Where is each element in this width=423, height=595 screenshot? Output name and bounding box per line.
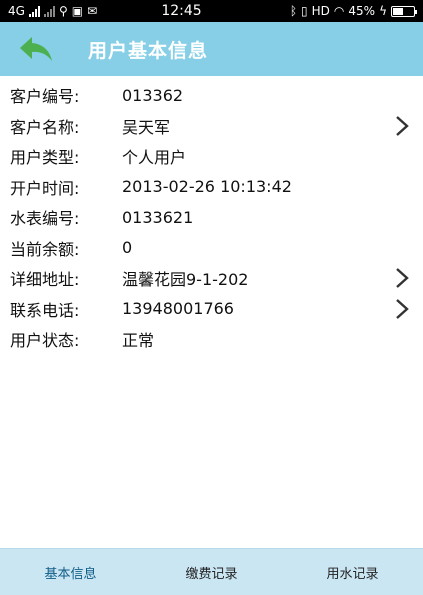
wifi-icon: ◠	[333, 4, 345, 18]
cell-signal-icon	[28, 5, 40, 17]
row-meter-id: 水表编号: 0133621	[0, 202, 423, 233]
chevron-right-icon[interactable]	[393, 267, 411, 289]
charging-icon: ϟ	[379, 4, 387, 18]
user-status-label: 用户状态:	[10, 331, 80, 351]
battery-percent: 45%	[348, 4, 376, 18]
back-button[interactable]	[0, 22, 72, 76]
page-title: 用户基本信息	[88, 39, 209, 62]
phone-value: 13948001766	[122, 299, 234, 319]
address-value: 温馨花园9-1-202	[122, 270, 249, 290]
network-type: 4G	[8, 4, 25, 18]
chevron-right-icon[interactable]	[393, 115, 411, 137]
row-customer-name[interactable]: 客户名称: 吴天军	[0, 111, 423, 142]
hd-badge: HD	[311, 4, 330, 18]
row-user-status: 用户状态: 正常	[0, 324, 423, 355]
row-phone[interactable]: 联系电话: 13948001766	[0, 294, 423, 325]
usb-icon: ⚲	[58, 4, 68, 18]
customer-name-value: 吴天军	[122, 117, 171, 137]
tab-basic-info[interactable]: 基本信息	[0, 549, 141, 595]
vibrate-icon: ▯	[301, 4, 308, 18]
user-type-value: 个人用户	[122, 148, 187, 168]
row-balance: 当前余额: 0	[0, 233, 423, 264]
meter-id-label: 水表编号:	[10, 209, 80, 229]
open-time-value: 2013-02-26 10:13:42	[122, 177, 292, 197]
app-notification-icon: ▣	[71, 4, 84, 18]
battery-icon	[391, 5, 417, 17]
status-right: ᛒ ▯ HD ◠ 45% ϟ	[245, 4, 417, 18]
address-label: 详细地址:	[10, 270, 80, 290]
user-type-label: 用户类型:	[10, 148, 80, 168]
row-address[interactable]: 详细地址: 温馨花园9-1-202	[0, 263, 423, 294]
status-bar: 4G ⚲ ▣ ✉ 12:45 ᛒ ▯ HD ◠ 45% ϟ	[0, 0, 423, 22]
customer-name-label: 客户名称:	[10, 117, 80, 137]
app-header: 用户基本信息	[0, 22, 423, 76]
chevron-right-icon[interactable]	[393, 298, 411, 320]
customer-id-label: 客户编号:	[10, 87, 80, 107]
customer-info-list: 客户编号: 013362 客户名称: 吴天军 用户类型: 个人用户 开户时间: …	[0, 80, 423, 355]
phone-label: 联系电话:	[10, 300, 80, 320]
user-status-value: 正常	[122, 331, 155, 351]
meter-id-value: 0133621	[122, 207, 194, 227]
tab-payment-records[interactable]: 缴费记录	[141, 549, 282, 595]
customer-id-value: 013362	[122, 85, 184, 105]
back-arrow-icon	[20, 37, 52, 61]
balance-label: 当前余额:	[10, 239, 80, 259]
row-user-type: 用户类型: 个人用户	[0, 141, 423, 172]
status-time: 12:45	[161, 3, 202, 19]
bluetooth-icon: ᛒ	[289, 4, 298, 18]
message-icon: ✉	[87, 4, 98, 18]
balance-value: 0	[122, 238, 133, 258]
row-open-time: 开户时间: 2013-02-26 10:13:42	[0, 172, 423, 203]
cell-signal-2-icon	[43, 5, 55, 17]
tab-water-usage-records[interactable]: 用水记录	[282, 549, 423, 595]
open-time-label: 开户时间:	[10, 178, 80, 198]
row-customer-id: 客户编号: 013362	[0, 80, 423, 111]
bottom-tab-bar: 基本信息 缴费记录 用水记录	[0, 548, 423, 595]
